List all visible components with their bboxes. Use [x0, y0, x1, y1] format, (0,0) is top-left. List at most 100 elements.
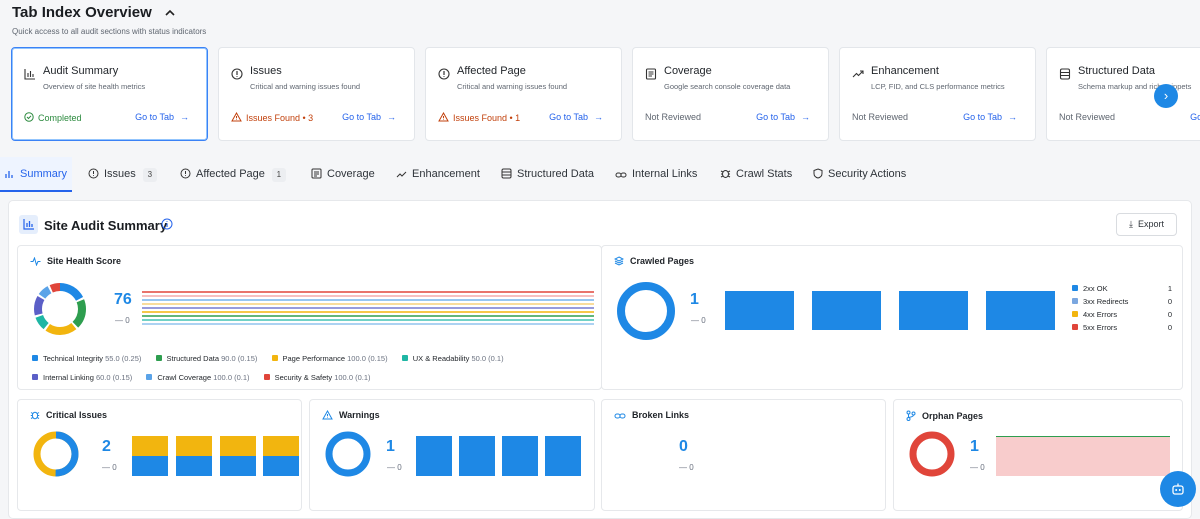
warnings-delta: — 0: [387, 463, 402, 472]
broken-links-delta: — 0: [679, 463, 694, 472]
card-title: Enhancement: [871, 65, 939, 77]
crawled-donut: [617, 282, 675, 340]
tab-coverage[interactable]: Coverage: [311, 157, 375, 192]
card-title: Issues: [250, 65, 282, 77]
check-circle-icon: [24, 112, 34, 122]
card-coverage[interactable]: Coverage Google search console coverage …: [632, 47, 829, 141]
orphan-pages-delta: — 0: [970, 463, 985, 472]
database-icon: [501, 168, 512, 179]
legend-item: 3xx Redirects 0: [1072, 297, 1172, 310]
card-issues[interactable]: Issues Critical and warning issues found…: [218, 47, 415, 141]
card-enhancement[interactable]: Enhancement LCP, FID, and CLS performanc…: [839, 47, 1036, 141]
legend-item: Security & Safety 100.0 (0.1): [263, 373, 371, 382]
critical-donut: [33, 431, 79, 477]
crawled-pages-card: Crawled Pages 1 — 0 2xx OK 1 3xx Redirect…: [601, 245, 1183, 390]
critical-bar: [263, 436, 299, 476]
alert-circle-icon: [438, 68, 450, 80]
tab-cards-row: Audit Summary Overview of site health me…: [0, 0, 1200, 150]
status-legend: 2xx OK 1 3xx Redirects 0 4xx Errors 0 5xx E…: [1072, 284, 1172, 336]
card-description: Google search console coverage data: [664, 82, 791, 91]
card-status: Issues Found • 3: [231, 111, 313, 123]
export-button[interactable]: ⤓ Export: [1116, 213, 1177, 236]
document-icon: [645, 68, 657, 80]
card-affected-page[interactable]: Affected Page Critical and warning issue…: [425, 47, 622, 141]
go-to-tab-link[interactable]: Go to Tab→: [342, 112, 396, 122]
tab-internal-links[interactable]: Internal Links: [615, 157, 697, 192]
download-icon: ⤓: [1129, 219, 1133, 229]
warnings-bar: [545, 436, 581, 476]
card-audit-summary[interactable]: Audit Summary Overview of site health me…: [11, 47, 208, 141]
card-title: Structured Data: [1078, 65, 1156, 77]
warning-triangle-icon: [322, 409, 333, 420]
arrow-right-icon: →: [1008, 112, 1017, 122]
tab-issues[interactable]: Issues 3: [88, 157, 157, 192]
bug-icon: [30, 411, 40, 420]
tab-enhancement[interactable]: Enhancement: [396, 157, 480, 192]
crawled-pages-value: 1: [690, 291, 699, 308]
legend-item: UX & Readability 50.0 (0.1): [401, 354, 504, 363]
bar-chart-icon: [24, 68, 36, 80]
bar-chart-icon: [5, 171, 13, 178]
card-status: Not Reviewed: [645, 112, 702, 122]
robot-icon: [1172, 483, 1184, 495]
tab-security-actions[interactable]: Security Actions: [813, 157, 906, 192]
orphan-pages-card: Orphan Pages 1 — 0: [893, 399, 1183, 511]
card-header: Warnings: [322, 409, 380, 420]
trend-up-icon: [396, 171, 407, 178]
tab-structured-data[interactable]: Structured Data: [501, 157, 594, 192]
legend-item: 5xx Errors 0: [1072, 323, 1172, 336]
card-status: Completed: [24, 112, 82, 123]
orphan-donut: [909, 431, 955, 477]
card-header: Crawled Pages: [613, 256, 694, 266]
critical-bar: [132, 436, 168, 476]
critical-issues-card: Critical Issues 2 — 0: [17, 399, 302, 511]
go-to-tab-link[interactable]: Go to Tab→: [135, 112, 189, 122]
scroll-right-button[interactable]: ›: [1154, 84, 1178, 108]
donut-ring: [325, 431, 371, 477]
arrow-right-icon: →: [801, 112, 810, 122]
card-status: Not Reviewed: [1059, 112, 1116, 122]
link-icon: [615, 172, 627, 178]
card-status: Not Reviewed: [852, 112, 909, 122]
warnings-bar: [416, 436, 452, 476]
crawled-bar: [986, 291, 1055, 330]
shield-icon: [813, 168, 823, 179]
warnings-bar: [502, 436, 538, 476]
assistant-fab-button[interactable]: [1160, 471, 1196, 507]
git-branch-icon: [906, 410, 916, 421]
affected-count-badge: 1: [271, 168, 286, 182]
health-trend-lines: [142, 291, 594, 325]
go-to-tab-link[interactable]: Go to Tab→: [756, 112, 810, 122]
crawled-bar: [812, 291, 881, 330]
legend-item: 4xx Errors 0: [1072, 310, 1172, 323]
issues-count-badge: 3: [142, 168, 157, 182]
card-title: Coverage: [664, 65, 712, 77]
go-to-tab-link[interactable]: Go to Tab→: [549, 112, 603, 122]
health-score-delta: — 0: [115, 316, 130, 325]
broken-links-value: 0: [679, 438, 688, 455]
legend-item: Crawl Coverage 100.0 (0.1): [146, 373, 250, 382]
card-header: Orphan Pages: [906, 410, 983, 421]
info-icon[interactable]: [161, 218, 173, 230]
tab-summary[interactable]: Summary: [0, 157, 73, 192]
go-to-tab-link[interactable]: Go to Tab→: [963, 112, 1017, 122]
broken-links-card: Broken Links 0 — 0: [601, 399, 886, 511]
alert-circle-icon: [231, 68, 243, 80]
critical-issues-delta: — 0: [102, 463, 117, 472]
tab-bar: Summary Issues 3 Affected Page 1 Coverage …: [0, 157, 1200, 192]
bar-chart-icon: [19, 215, 38, 234]
tab-affected-page[interactable]: Affected Page 1: [180, 157, 286, 192]
legend-item: Internal Linking 60.0 (0.15): [32, 373, 132, 382]
card-title: Affected Page: [457, 65, 526, 77]
tab-crawl-stats[interactable]: Crawl Stats: [720, 157, 792, 192]
legend-item: Page Performance 100.0 (0.15): [271, 354, 388, 363]
warning-triangle-icon: [438, 111, 449, 122]
site-health-card: Site Health Score 76 — 0 Technical Integ…: [17, 245, 602, 390]
crawled-bar: [899, 291, 968, 330]
database-icon: [1059, 68, 1071, 80]
go-to-tab-link[interactable]: Go to Tab→: [1190, 112, 1200, 122]
critical-bar: [176, 436, 212, 476]
card-header: Critical Issues: [30, 410, 107, 420]
donut-ring: [617, 282, 675, 340]
arrow-right-icon: →: [594, 112, 603, 122]
